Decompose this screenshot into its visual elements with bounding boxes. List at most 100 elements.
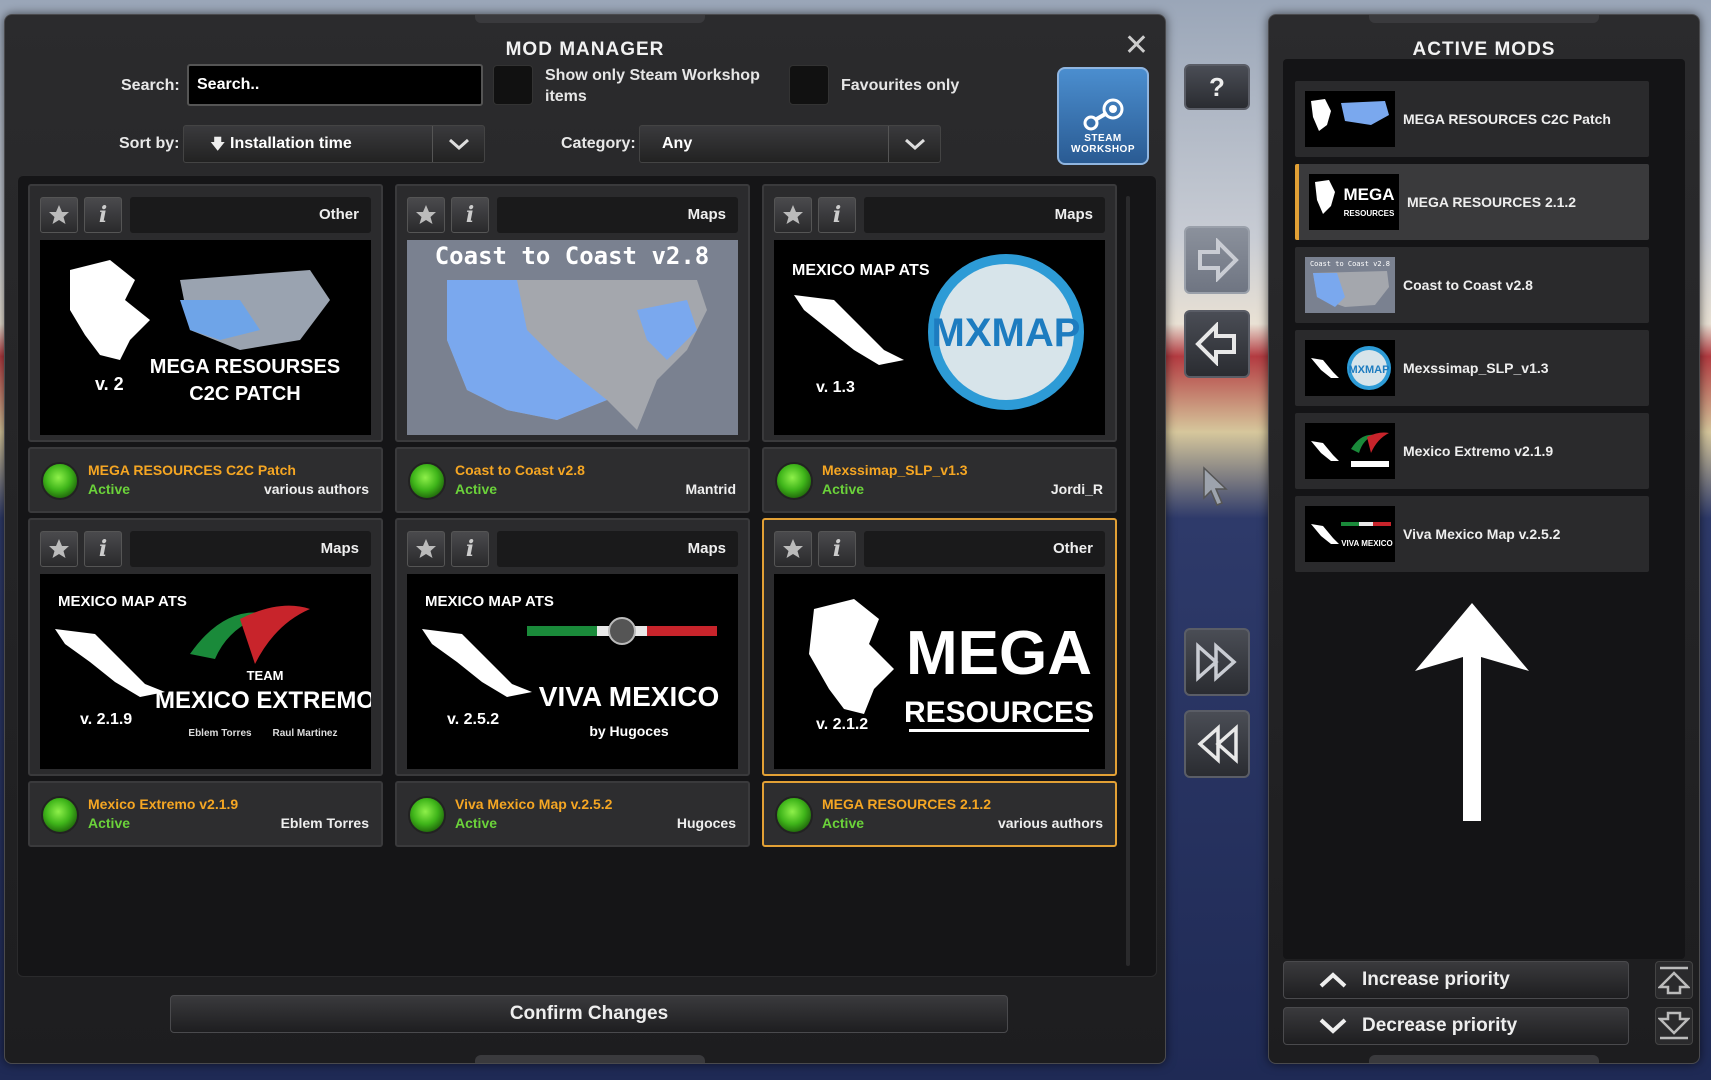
mod-author: Eblem Torres xyxy=(280,815,369,831)
active-mod-item-selected[interactable]: MEGA RESOURCES MEGA RESOURCES 2.1.2 xyxy=(1295,164,1649,240)
thumb-ver: v. 2.1.9 xyxy=(80,711,132,728)
mod-status: Active xyxy=(822,481,865,497)
increase-priority-button[interactable]: Increase priority xyxy=(1283,961,1629,999)
mod-thumbnail: Coast to Coast v2.8 xyxy=(407,240,738,435)
active-mod-item[interactable]: Coast to Coast v2.8 Coast to Coast v2.8 xyxy=(1295,247,1649,323)
mod-card-selected[interactable]: i Other MEGA RESOURCES v. 2.1.2 MEGA RES… xyxy=(762,518,1117,848)
info-icon[interactable]: i xyxy=(818,531,856,567)
sort-dropdown[interactable]: 🡇 Installation time xyxy=(183,125,485,163)
bottom-notch xyxy=(475,1055,705,1063)
chevron-down-icon xyxy=(1319,1018,1347,1034)
mod-author: Jordi_R xyxy=(1050,481,1103,497)
active-mod-label: MEGA RESOURCES 2.1.2 xyxy=(1407,194,1577,210)
star-icon[interactable] xyxy=(407,197,445,233)
category-dropdown[interactable]: Any xyxy=(639,125,941,163)
active-indicator[interactable] xyxy=(41,462,79,500)
info-icon[interactable]: i xyxy=(818,197,856,233)
help-icon: ? xyxy=(1209,71,1225,102)
mini-text: VIVA MEXICO xyxy=(1341,539,1393,548)
thumb-line2: RESOURCES xyxy=(904,696,1094,729)
star-icon[interactable] xyxy=(774,197,812,233)
mini-thumbnail: MXMAP xyxy=(1305,340,1395,396)
title-notch xyxy=(1369,15,1599,23)
mod-category: Maps xyxy=(497,531,738,567)
sort-direction-icon: 🡇 xyxy=(210,136,226,153)
active-mod-item[interactable]: VIVA MEXICO Viva Mexico Map v.2.5.2 xyxy=(1295,496,1649,572)
mod-manager-title: MOD MANAGER xyxy=(505,39,665,60)
active-indicator[interactable] xyxy=(408,462,446,500)
confirm-changes-button[interactable]: Confirm Changes xyxy=(170,995,1008,1033)
mod-card[interactable]: i Maps MEXICO MAP ATS MXMAP v. 1.3 Mexss… xyxy=(762,184,1117,514)
steam-only-checkbox[interactable] xyxy=(493,65,533,105)
star-icon[interactable] xyxy=(40,197,78,233)
thumb-line2: TEAM xyxy=(247,668,284,683)
decrease-priority-button[interactable]: Decrease priority xyxy=(1283,1007,1629,1045)
active-mod-item[interactable]: MXMAP Mexssimap_SLP_v1.3 xyxy=(1295,330,1649,406)
activate-mod-button[interactable] xyxy=(1184,226,1250,294)
active-mod-label: MEGA RESOURCES C2C Patch xyxy=(1403,111,1611,127)
search-input[interactable] xyxy=(187,64,483,106)
mod-name: Viva Mexico Map v.2.5.2 xyxy=(455,796,613,812)
active-mod-item[interactable]: Mexico Extremo v2.1.9 xyxy=(1295,413,1649,489)
mod-name: Coast to Coast v2.8 xyxy=(455,462,585,478)
help-button[interactable]: ? xyxy=(1184,64,1250,110)
deactivate-mod-button[interactable] xyxy=(1184,310,1250,378)
mod-card-header: i Other v. 2 MEGA RESOURSES C2C PATCH xyxy=(28,184,383,442)
active-indicator[interactable] xyxy=(408,796,446,834)
steam-only-label: Show only Steam Workshop items xyxy=(545,67,760,105)
scrollbar[interactable] xyxy=(1126,196,1130,966)
mod-author: various authors xyxy=(263,481,369,497)
decrease-priority-label: Decrease priority xyxy=(1362,1015,1518,1036)
mod-card-footer: Viva Mexico Map v.2.5.2 Active Hugoces xyxy=(395,781,750,847)
mod-card[interactable]: i Maps MEXICO MAP ATS VIVA MEXICO by Hug… xyxy=(395,518,750,848)
workshop-line2: WORKSHOP xyxy=(1071,144,1135,155)
mini-text: MXMAP xyxy=(1349,364,1390,376)
arrow-right-icon xyxy=(1198,238,1239,282)
mod-card[interactable]: i Maps MEXICO MAP ATS TEAM MEXICO EXTREM… xyxy=(28,518,383,848)
active-indicator[interactable] xyxy=(775,796,813,834)
mod-card-header: i Maps MEXICO MAP ATS MXMAP v. 1.3 xyxy=(762,184,1117,442)
info-icon[interactable]: i xyxy=(451,531,489,567)
mini-text-2: RESOURCES xyxy=(1344,209,1395,218)
move-to-top-button[interactable] xyxy=(1655,961,1693,999)
activate-all-button[interactable] xyxy=(1184,628,1250,696)
sort-label: Sort by: xyxy=(119,135,180,152)
star-icon[interactable] xyxy=(407,531,445,567)
mod-card-header: i Maps MEXICO MAP ATS VIVA MEXICO by Hug… xyxy=(395,518,750,776)
mod-thumbnail: MEXICO MAP ATS TEAM MEXICO EXTREMO Eblem… xyxy=(40,574,371,769)
info-icon[interactable]: i xyxy=(84,197,122,233)
favourites-checkbox[interactable] xyxy=(789,65,829,105)
mini-text: MEGA xyxy=(1344,185,1395,204)
active-indicator[interactable] xyxy=(41,796,79,834)
steam-workshop-button[interactable]: STEAM WORKSHOP xyxy=(1057,67,1149,165)
category-value: Any xyxy=(662,135,693,152)
mod-card[interactable]: i Other v. 2 MEGA RESOURSES C2C PATCH ME… xyxy=(28,184,383,514)
info-icon[interactable]: i xyxy=(84,531,122,567)
active-mod-item[interactable]: MEGA RESOURCES C2C Patch xyxy=(1295,81,1649,157)
info-icon[interactable]: i xyxy=(451,197,489,233)
mod-grid: i Other v. 2 MEGA RESOURSES C2C PATCH ME… xyxy=(17,175,1157,977)
double-arrow-left-icon xyxy=(1197,724,1238,764)
active-mods-panel: ACTIVE MODS MEGA RESOURCES C2C Patch MEG… xyxy=(1268,14,1700,1064)
mod-card[interactable]: i Maps Coast to Coast v2.8 Coast to Coas… xyxy=(395,184,750,514)
active-indicator[interactable] xyxy=(775,462,813,500)
star-icon[interactable] xyxy=(774,531,812,567)
active-mod-label: Coast to Coast v2.8 xyxy=(1403,277,1533,293)
mini-thumbnail xyxy=(1305,91,1395,147)
mod-status: Active xyxy=(822,815,865,831)
move-to-bottom-button[interactable] xyxy=(1655,1007,1693,1045)
mod-thumbnail: MEXICO MAP ATS VIVA MEXICO by Hugoces v.… xyxy=(407,574,738,769)
active-mod-label: Mexico Extremo v2.1.9 xyxy=(1403,443,1554,459)
increase-priority-label: Increase priority xyxy=(1362,969,1510,990)
close-icon[interactable]: ✕ xyxy=(1124,31,1149,61)
mod-name: Mexssimap_SLP_v1.3 xyxy=(822,462,968,478)
deactivate-all-button[interactable] xyxy=(1184,710,1250,778)
chevron-up-icon xyxy=(1319,972,1347,988)
search-label: Search: xyxy=(121,77,180,94)
thumb-ver: v. 2 xyxy=(95,374,124,394)
mouse-cursor-icon xyxy=(1203,466,1228,506)
mod-category: Maps xyxy=(130,531,371,567)
star-icon[interactable] xyxy=(40,531,78,567)
mod-card-header: i Maps MEXICO MAP ATS TEAM MEXICO EXTREM… xyxy=(28,518,383,776)
mod-card-footer: MEGA RESOURCES 2.1.2 Active various auth… xyxy=(762,781,1117,847)
